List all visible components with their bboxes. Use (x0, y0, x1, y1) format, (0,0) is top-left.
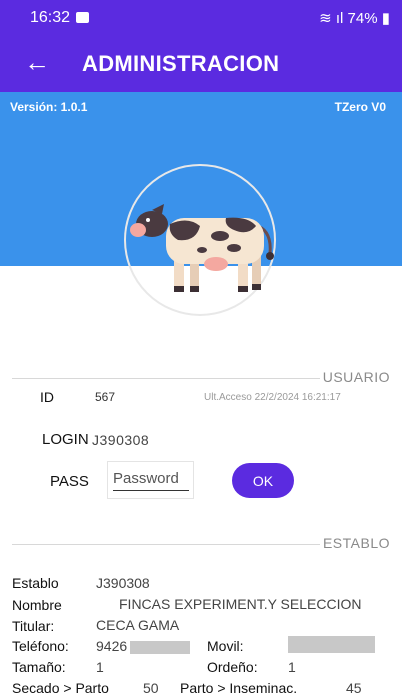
nombre-value: FINCAS EXPERIMENT.Y SELECCION (119, 596, 362, 612)
status-time: 16:32 (30, 9, 71, 26)
cow-icon (130, 204, 274, 292)
redacted-mobile (288, 636, 375, 653)
ordeno-label: Ordeño: (207, 659, 258, 675)
movil-label: Movil: (207, 638, 244, 654)
divider-line (12, 544, 320, 545)
password-field-container (107, 461, 194, 499)
page-title: ADMINISTRACION (82, 51, 280, 76)
secado-label: Secado > Parto (12, 680, 109, 696)
status-bar: 16:32 ≋ ıl 74% ▮ (0, 0, 402, 36)
usuario-section-label: USUARIO (322, 369, 390, 385)
redacted-phone (130, 641, 190, 654)
establo-section-label: ESTABLO (322, 535, 390, 551)
usuario-section-divider: USUARIO (12, 368, 390, 388)
wifi-icon: ≋ (319, 10, 332, 27)
status-right: ≋ ıl 74% ▮ (319, 9, 390, 27)
id-label: ID (40, 389, 54, 405)
version-label: Versión: 1.0.1 (10, 100, 88, 114)
server-label: TZero V0 (334, 100, 386, 114)
parto-label: Parto > Inseminac. (180, 680, 298, 696)
establo-section-divider: ESTABLO (12, 534, 390, 554)
login-label: LOGIN (42, 431, 89, 448)
login-value: J390308 (92, 432, 150, 448)
pass-label: PASS (50, 473, 89, 490)
id-value: 567 (95, 390, 116, 404)
app-bar: ← ADMINISTRACION (0, 36, 402, 92)
tamano-label: Tamaño: (12, 659, 66, 675)
secado-value: 50 (143, 680, 159, 696)
password-input[interactable] (113, 466, 189, 491)
telefono-value: 9426 (96, 638, 128, 654)
ordeno-value: 1 (288, 659, 296, 675)
titular-value: CECA GAMA (96, 617, 180, 633)
tamano-value: 1 (96, 659, 104, 675)
last-access-label: Ult.Acceso (204, 392, 252, 403)
signal-icon: ıl (335, 10, 344, 27)
establo-value: J390308 (96, 575, 150, 591)
parto-value: 45 (346, 680, 362, 696)
image-notification-icon (76, 12, 89, 23)
last-access-value: 22/2/2024 16:21:17 (254, 392, 341, 403)
back-arrow-icon[interactable]: ← (24, 46, 50, 78)
battery-icon: ▮ (381, 10, 390, 27)
last-access: Ult.Acceso 22/2/2024 16:21:17 (204, 392, 341, 403)
titular-label: Titular: (12, 618, 55, 634)
telefono-label: Teléfono: (12, 638, 69, 654)
establo-label: Establo (12, 575, 59, 591)
nombre-label: Nombre (12, 597, 62, 613)
divider-line (12, 378, 320, 379)
ok-button[interactable]: OK (232, 463, 294, 498)
battery-label: 74% (347, 10, 378, 27)
